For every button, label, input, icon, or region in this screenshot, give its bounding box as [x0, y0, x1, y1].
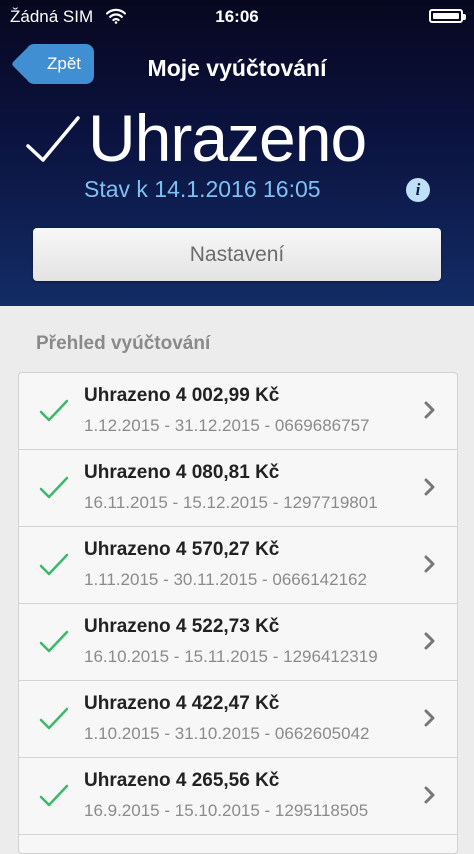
- list-item[interactable]: Uhrazeno 4 080,81 Kč 16.11.2015 - 15.12.…: [19, 450, 457, 527]
- section-title: Přehled vyúčtování: [36, 333, 211, 354]
- page-title: Moje vyúčtování: [147, 55, 327, 81]
- status-bar: Žádná SIM 16:06: [0, 0, 474, 34]
- check-icon: [39, 399, 69, 422]
- item-amount: Uhrazeno 4 080,81 Kč: [84, 462, 280, 483]
- chevron-right-icon: [424, 478, 435, 496]
- payment-status-title: Uhrazeno: [88, 101, 367, 175]
- check-icon: [39, 707, 69, 730]
- item-amount: Uhrazeno 4 522,73 Kč: [84, 616, 280, 637]
- status-date: Stav k 14.1.2016 16:05: [84, 176, 321, 202]
- header-panel: Žádná SIM 16:06 Zpět Moje vyúčtování Uhr…: [0, 0, 474, 306]
- item-period: 16.11.2015 - 15.12.2015 - 1297719801: [84, 493, 378, 512]
- item-amount: Uhrazeno 4 265,56 Kč: [84, 770, 280, 791]
- info-icon[interactable]: i: [406, 178, 430, 202]
- check-icon: [39, 630, 69, 653]
- list-item[interactable]: Uhrazeno 4 265,56 Kč 16.9.2015 - 15.10.2…: [19, 758, 457, 835]
- item-period: 16.10.2015 - 15.11.2015 - 1296412319: [84, 647, 378, 666]
- list-item[interactable]: Uhrazeno 4 570,27 Kč 1.11.2015 - 30.11.2…: [19, 527, 457, 604]
- item-period: 1.12.2015 - 31.12.2015 - 0669686757: [84, 416, 370, 435]
- check-icon: [26, 116, 80, 162]
- item-period: 1.10.2015 - 31.10.2015 - 0662605042: [84, 724, 370, 743]
- billing-list: Uhrazeno 4 002,99 Kč 1.12.2015 - 31.12.2…: [18, 372, 458, 854]
- battery-icon: [429, 9, 466, 23]
- item-amount: Uhrazeno 4 422,47 Kč: [84, 693, 280, 714]
- item-amount: Uhrazeno 4 570,27 Kč: [84, 539, 280, 560]
- check-icon: [39, 476, 69, 499]
- clock: 16:06: [215, 7, 259, 26]
- chevron-right-icon: [424, 555, 435, 573]
- item-period: 16.9.2015 - 15.10.2015 - 1295118505: [84, 801, 369, 820]
- check-icon: [39, 784, 69, 807]
- chevron-right-icon: [424, 709, 435, 727]
- chevron-right-icon: [424, 786, 435, 804]
- item-period: 1.11.2015 - 30.11.2015 - 0666142162: [84, 570, 367, 589]
- list-item[interactable]: Uhrazeno 4 422,47 Kč 1.10.2015 - 31.10.2…: [19, 681, 457, 758]
- chevron-right-icon: [424, 401, 435, 419]
- settings-button[interactable]: Nastavení: [33, 228, 441, 281]
- list-item[interactable]: Uhrazeno 4 002,99 Kč 1.12.2015 - 31.12.2…: [19, 373, 457, 450]
- item-amount: Uhrazeno 4 002,99 Kč: [84, 385, 280, 406]
- check-icon: [39, 553, 69, 576]
- chevron-right-icon: [424, 632, 435, 650]
- list-item[interactable]: Uhrazeno 4 522,73 Kč 16.10.2015 - 15.11.…: [19, 604, 457, 681]
